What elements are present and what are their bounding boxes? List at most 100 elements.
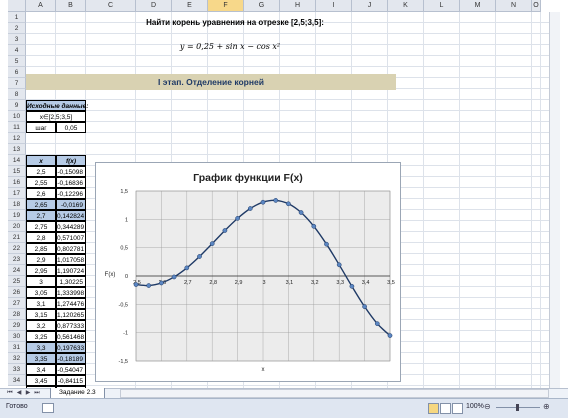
table-cell-fx[interactable]: 0,802781	[56, 243, 86, 254]
table-cell-fx[interactable]: 0,877333	[56, 320, 86, 331]
table-header-fx[interactable]: f(x)	[56, 155, 86, 166]
table-cell-fx[interactable]: 0,142824	[56, 210, 86, 221]
next-sheet-icon[interactable]: ▶	[24, 389, 32, 398]
table-cell-x[interactable]: 2,75	[26, 221, 56, 232]
table-cell-x[interactable]: 3,2	[26, 320, 56, 331]
row-header[interactable]: 17	[8, 188, 26, 199]
table-cell-fx[interactable]: 1,274476	[56, 298, 86, 309]
row-header[interactable]: 24	[8, 265, 26, 276]
row-header[interactable]: 29	[8, 320, 26, 331]
select-all-corner[interactable]	[8, 0, 26, 12]
table-cell-fx[interactable]: 0,344289	[56, 221, 86, 232]
row-header[interactable]: 18	[8, 199, 26, 210]
horizontal-scrollbar[interactable]	[120, 389, 549, 398]
table-cell-x[interactable]: 2,5	[26, 166, 56, 177]
table-cell-x[interactable]: 3,4	[26, 364, 56, 375]
last-sheet-icon[interactable]: ⏭	[33, 389, 41, 398]
column-header[interactable]: C	[86, 0, 136, 12]
interval-cell[interactable]: x∈[2,5;3,5]	[26, 111, 86, 122]
page-layout-icon[interactable]	[440, 403, 451, 414]
table-cell-fx[interactable]: -0,12296	[56, 188, 86, 199]
table-header-x[interactable]: x	[26, 155, 56, 166]
column-header[interactable]: N	[496, 0, 532, 12]
row-header[interactable]: 2	[8, 23, 26, 34]
row-header[interactable]: 3	[8, 34, 26, 45]
row-header[interactable]: 34	[8, 375, 26, 386]
row-header[interactable]: 28	[8, 309, 26, 320]
row-header[interactable]: 7	[8, 78, 26, 89]
table-cell-x[interactable]: 2,65	[26, 199, 56, 210]
table-cell-fx[interactable]: -0,18189	[56, 353, 86, 364]
row-header[interactable]: 4	[8, 45, 26, 56]
row-header[interactable]: 12	[8, 133, 26, 144]
column-header[interactable]: D	[136, 0, 172, 12]
column-header[interactable]: B	[56, 0, 86, 12]
table-cell-x[interactable]: 3	[26, 276, 56, 287]
column-header[interactable]: K	[388, 0, 424, 12]
prev-sheet-icon[interactable]: ◀	[15, 389, 23, 398]
table-cell-fx[interactable]: -0,15098	[56, 166, 86, 177]
row-header[interactable]: 26	[8, 287, 26, 298]
row-header[interactable]: 22	[8, 243, 26, 254]
normal-view-icon[interactable]	[428, 403, 439, 414]
chart-area[interactable]: График функции F(x) F(x) x 1,5 1 0,5 0 -0,5 -…	[95, 162, 401, 382]
table-cell-x[interactable]: 3,15	[26, 309, 56, 320]
table-cell-fx[interactable]: 1,333998	[56, 287, 86, 298]
initial-data-header[interactable]: Исходные данные:	[26, 100, 88, 111]
row-header[interactable]: 15	[8, 166, 26, 177]
table-cell-x[interactable]: 2,95	[26, 265, 56, 276]
row-header[interactable]: 33	[8, 364, 26, 375]
column-header[interactable]: G	[244, 0, 280, 12]
table-cell-x[interactable]: 3,45	[26, 375, 56, 386]
column-header[interactable]: L	[424, 0, 460, 12]
table-cell-fx[interactable]: -0,84115	[56, 375, 86, 386]
column-header[interactable]: I	[316, 0, 352, 12]
row-header[interactable]: 20	[8, 221, 26, 232]
table-cell-x[interactable]: 2,6	[26, 188, 56, 199]
table-cell-x[interactable]: 3,35	[26, 353, 56, 364]
macro-record-icon[interactable]	[42, 403, 54, 413]
table-cell-x[interactable]: 2,8	[26, 232, 56, 243]
table-cell-fx[interactable]: 0,571007	[56, 232, 86, 243]
column-header[interactable]: F	[208, 0, 244, 12]
zoom-in-icon[interactable]: ⊕	[543, 402, 550, 411]
row-header[interactable]: 30	[8, 331, 26, 342]
row-header[interactable]: 27	[8, 298, 26, 309]
row-header[interactable]: 32	[8, 353, 26, 364]
column-header[interactable]: A	[26, 0, 56, 12]
row-header[interactable]: 23	[8, 254, 26, 265]
column-header[interactable]: H	[280, 0, 316, 12]
row-header[interactable]: 10	[8, 111, 26, 122]
table-cell-x[interactable]: 3,05	[26, 287, 56, 298]
table-cell-fx[interactable]: 1,30225	[56, 276, 86, 287]
column-header[interactable]: J	[352, 0, 388, 12]
table-cell-fx[interactable]: 1,120265	[56, 309, 86, 320]
row-header[interactable]: 16	[8, 177, 26, 188]
table-cell-fx[interactable]: -0,54047	[56, 364, 86, 375]
table-cell-x[interactable]: 2,85	[26, 243, 56, 254]
first-sheet-icon[interactable]: ⏮	[6, 389, 14, 398]
table-cell-fx[interactable]: -0,16836	[56, 177, 86, 188]
column-header[interactable]: O	[532, 0, 541, 12]
table-cell-x[interactable]: 2,55	[26, 177, 56, 188]
row-header[interactable]: 11	[8, 122, 26, 133]
table-cell-fx[interactable]: 0,561468	[56, 331, 86, 342]
row-header[interactable]: 8	[8, 89, 26, 100]
table-cell-x[interactable]: 3,1	[26, 298, 56, 309]
row-header[interactable]: 13	[8, 144, 26, 155]
step-value-cell[interactable]: 0,05	[56, 122, 86, 133]
table-cell-fx[interactable]: -0,0169	[56, 199, 86, 210]
row-header[interactable]: 1	[8, 12, 26, 23]
row-header[interactable]: 6	[8, 67, 26, 78]
vertical-scrollbar[interactable]	[549, 12, 560, 388]
row-header[interactable]: 5	[8, 56, 26, 67]
row-header[interactable]: 9	[8, 100, 26, 111]
table-cell-fx[interactable]: 0,197633	[56, 342, 86, 353]
row-header[interactable]: 14	[8, 155, 26, 166]
column-header[interactable]: E	[172, 0, 208, 12]
table-cell-fx[interactable]: 1,017058	[56, 254, 86, 265]
table-cell-x[interactable]: 2,7	[26, 210, 56, 221]
row-header[interactable]: 21	[8, 232, 26, 243]
zoom-out-icon[interactable]: ⊖	[484, 402, 491, 411]
row-header[interactable]: 31	[8, 342, 26, 353]
